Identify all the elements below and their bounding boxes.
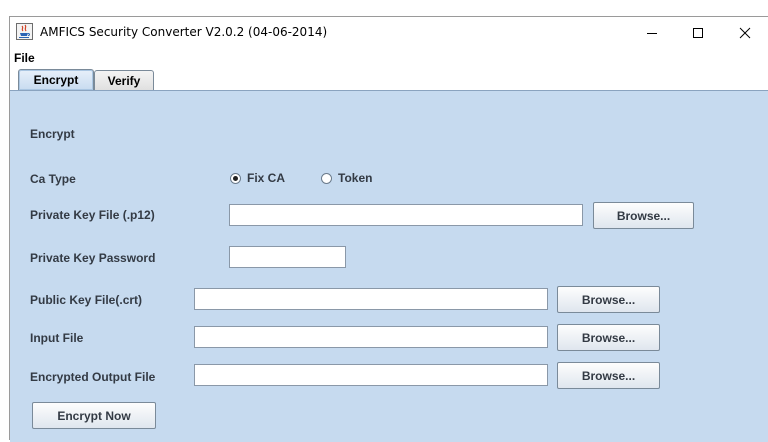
encrypt-now-button[interactable]: Encrypt Now [32,402,156,429]
private-key-password-label: Private Key Password [30,251,156,265]
close-icon [739,27,751,39]
title-bar[interactable]: AMFICS Security Converter V2.0.2 (04-06-… [10,17,768,48]
maximize-button[interactable] [675,17,721,48]
private-key-file-label: Private Key File (.p12) [30,208,155,222]
encrypted-output-file-label: Encrypted Output File [30,370,156,384]
public-key-file-label: Public Key File(.crt) [30,293,143,307]
radio-checked-icon [230,172,241,184]
tab-strip: Encrypt Verify [10,69,768,91]
minimize-icon [646,27,658,39]
section-title: Encrypt [30,127,75,141]
encrypt-panel: Encrypt Ca Type Fix CA Token Private Key… [10,90,768,442]
public-key-browse-button[interactable]: Browse... [557,286,660,313]
radio-fix-ca-label: Fix CA [247,171,286,185]
menu-bar: File [10,48,768,69]
radio-unchecked-icon [321,172,332,184]
public-key-file-input[interactable] [194,288,548,310]
app-window: AMFICS Security Converter V2.0.2 (04-06-… [9,16,768,442]
close-button[interactable] [722,17,768,48]
ca-type-label: Ca Type [30,172,76,186]
menu-file[interactable]: File [14,51,35,65]
window-title: AMFICS Security Converter V2.0.2 (04-06-… [40,25,328,39]
radio-token-label: Token [338,171,373,185]
minimize-button[interactable] [629,17,675,48]
radio-fix-ca[interactable]: Fix CA [230,171,285,185]
java-app-icon [16,23,33,40]
input-file-browse-button[interactable]: Browse... [557,324,660,351]
radio-token[interactable]: Token [321,171,372,185]
input-file-input[interactable] [194,326,548,348]
tab-verify[interactable]: Verify [94,70,154,90]
private-key-file-input[interactable] [229,204,583,226]
output-file-browse-button[interactable]: Browse... [557,362,660,389]
private-key-browse-button[interactable]: Browse... [593,202,694,229]
maximize-icon [692,27,704,39]
tab-encrypt[interactable]: Encrypt [18,69,94,90]
input-file-label: Input File [30,331,84,345]
private-key-password-input[interactable] [229,246,346,268]
encrypted-output-file-input[interactable] [194,364,548,386]
